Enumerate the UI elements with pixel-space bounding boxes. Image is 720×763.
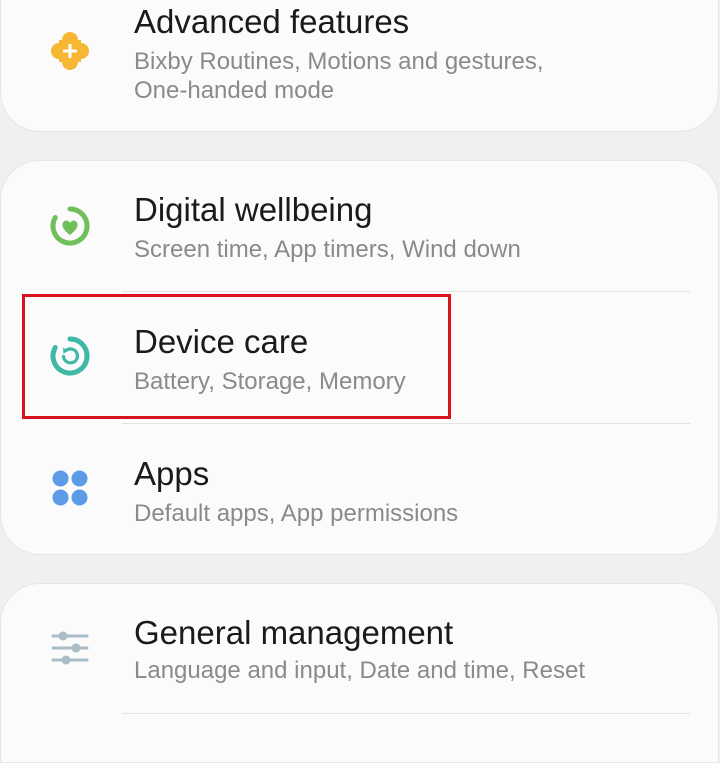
advanced-features-subtitle-line1: Bixby Routines, Motions and gestures,: [134, 48, 544, 75]
apps-subtitle: Default apps, App permissions: [134, 500, 459, 527]
settings-item-general-management[interactable]: General management Language and input, D…: [0, 598, 719, 713]
highlight-box: [22, 294, 451, 419]
puzzle-plus-icon: [49, 30, 91, 72]
settings-item-digital-wellbeing[interactable]: Digital wellbeing Screen time, App timer…: [0, 175, 719, 290]
heart-ring-icon: [48, 204, 92, 248]
general-management-title: General management: [134, 614, 454, 651]
four-dots-icon: [51, 469, 91, 509]
digital-wellbeing-title: Digital wellbeing: [134, 191, 373, 228]
apps-title: Apps: [134, 455, 210, 492]
divider: [122, 713, 690, 714]
advanced-features-title: Advanced features: [134, 3, 410, 40]
digital-wellbeing-subtitle: Screen time, App timers, Wind down: [134, 236, 521, 263]
general-management-subtitle: Language and input, Date and time, Reset: [134, 657, 585, 684]
sliders-icon: [50, 628, 90, 668]
settings-item-advanced-features[interactable]: Advanced features Bixby Routines, Motion…: [0, 0, 719, 130]
settings-item-apps[interactable]: Apps Default apps, App permissions: [0, 424, 719, 549]
advanced-features-subtitle-line2: One-handed mode: [134, 77, 335, 104]
